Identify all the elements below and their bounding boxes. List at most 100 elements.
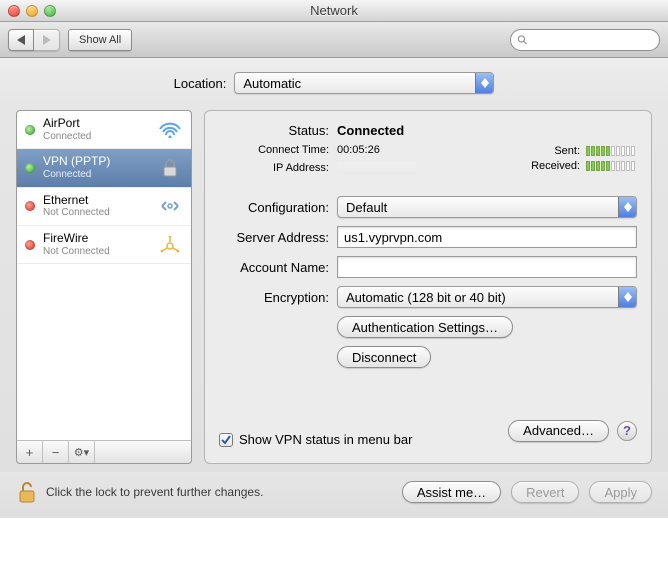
show-vpn-status-row: Show VPN status in menu bar	[219, 432, 412, 447]
lock-icon	[157, 158, 183, 178]
received-label: Received:	[531, 160, 580, 172]
search-input[interactable]	[528, 34, 653, 46]
authentication-settings-button[interactable]: Authentication Settings…	[337, 316, 513, 338]
service-name: AirPort	[43, 117, 149, 131]
service-list-footer: + − ⚙︎▾	[16, 440, 192, 464]
server-address-label: Server Address:	[219, 230, 337, 245]
help-button[interactable]: ?	[617, 421, 637, 441]
service-name: FireWire	[43, 232, 149, 246]
advanced-button[interactable]: Advanced…	[508, 420, 609, 442]
server-address-input[interactable]	[337, 226, 637, 248]
encryption-value: Automatic (128 bit or 40 bit)	[346, 290, 506, 305]
configuration-popup[interactable]: Default	[337, 196, 637, 218]
triangle-left-icon	[17, 35, 25, 45]
status-dot-icon	[25, 201, 35, 211]
window-titlebar: Network	[0, 0, 668, 22]
service-sub: Not Connected	[43, 246, 149, 258]
minimize-window-button[interactable]	[26, 5, 38, 17]
back-button[interactable]	[8, 29, 34, 51]
level-bar	[631, 161, 635, 171]
firewire-icon	[157, 235, 183, 255]
level-bar	[621, 146, 625, 156]
apply-button[interactable]: Apply	[589, 481, 652, 503]
detail-panel: Sent: Received: Status: Connected Connec…	[204, 110, 652, 464]
level-bar	[586, 146, 590, 156]
zoom-window-button[interactable]	[44, 5, 56, 17]
ip-address-label: IP Address:	[219, 162, 337, 174]
lock-row[interactable]: Click the lock to prevent further change…	[16, 480, 263, 504]
service-sub: Not Connected	[43, 207, 149, 219]
chevron-updown-icon	[618, 287, 636, 307]
level-bar	[596, 161, 600, 171]
configuration-value: Default	[346, 200, 387, 215]
service-name: Ethernet	[43, 194, 149, 208]
level-bar	[626, 161, 630, 171]
level-bar	[601, 161, 605, 171]
service-action-menu[interactable]: ⚙︎▾	[69, 441, 95, 463]
location-row: Location: Automatic	[0, 58, 668, 104]
location-label: Location:	[174, 76, 227, 91]
disconnect-button[interactable]: Disconnect	[337, 346, 431, 368]
triangle-right-icon	[43, 35, 51, 45]
level-bar	[621, 161, 625, 171]
show-all-button[interactable]: Show All	[68, 29, 132, 51]
location-value: Automatic	[243, 76, 301, 91]
level-bar	[596, 146, 600, 156]
service-item-labels: AirPort Connected	[43, 117, 149, 142]
level-bar	[586, 161, 590, 171]
service-list-column: AirPort Connected VPN (PPTP) Connected	[16, 110, 192, 464]
service-item-firewire[interactable]: FireWire Not Connected	[17, 226, 191, 264]
show-vpn-status-label: Show VPN status in menu bar	[239, 432, 412, 447]
status-value: Connected	[337, 123, 404, 138]
level-bar	[611, 161, 615, 171]
remove-service-button[interactable]: −	[43, 441, 69, 463]
close-window-button[interactable]	[8, 5, 20, 17]
show-vpn-status-checkbox[interactable]	[219, 433, 233, 447]
service-sub: Connected	[43, 169, 149, 181]
ip-address-value	[337, 162, 417, 174]
status-label: Status:	[219, 123, 337, 138]
service-sub: Connected	[43, 131, 149, 143]
level-bar	[591, 161, 595, 171]
level-bar	[616, 146, 620, 156]
traffic-lights	[8, 5, 56, 17]
sent-label: Sent:	[554, 145, 580, 157]
received-bars	[586, 161, 635, 171]
connect-time-label: Connect Time:	[219, 144, 337, 156]
encryption-label: Encryption:	[219, 290, 337, 305]
search-icon	[517, 34, 528, 46]
bottom-bar: Click the lock to prevent further change…	[0, 472, 668, 518]
revert-button[interactable]: Revert	[511, 481, 579, 503]
chevron-updown-icon	[475, 73, 493, 93]
bottom-buttons: Assist me… Revert Apply	[402, 481, 652, 503]
service-item-vpn[interactable]: VPN (PPTP) Connected	[17, 149, 191, 187]
level-bar	[606, 146, 610, 156]
level-bar	[626, 146, 630, 156]
level-bar	[591, 146, 595, 156]
wifi-icon	[157, 120, 183, 140]
service-item-ethernet[interactable]: Ethernet Not Connected	[17, 188, 191, 226]
account-name-label: Account Name:	[219, 260, 337, 275]
service-item-labels: Ethernet Not Connected	[43, 194, 149, 219]
level-bar	[611, 146, 615, 156]
forward-button[interactable]	[34, 29, 60, 51]
search-field-wrap[interactable]	[510, 29, 660, 51]
connect-time-value: 00:05:26	[337, 144, 380, 156]
encryption-popup[interactable]: Automatic (128 bit or 40 bit)	[337, 286, 637, 308]
ethernet-icon	[157, 196, 183, 216]
sent-bars	[586, 146, 635, 156]
service-item-airport[interactable]: AirPort Connected	[17, 111, 191, 149]
io-stats: Sent: Received:	[531, 125, 635, 173]
location-popup[interactable]: Automatic	[234, 72, 494, 94]
account-name-input[interactable]	[337, 256, 637, 278]
assist-me-button[interactable]: Assist me…	[402, 481, 501, 503]
status-dot-icon	[25, 163, 35, 173]
nav-seg	[8, 29, 60, 51]
configuration-label: Configuration:	[219, 200, 337, 215]
service-name: VPN (PPTP)	[43, 155, 149, 169]
chevron-updown-icon	[618, 197, 636, 217]
level-bar	[616, 161, 620, 171]
status-dot-icon	[25, 240, 35, 250]
lock-text: Click the lock to prevent further change…	[46, 485, 263, 499]
add-service-button[interactable]: +	[17, 441, 43, 463]
